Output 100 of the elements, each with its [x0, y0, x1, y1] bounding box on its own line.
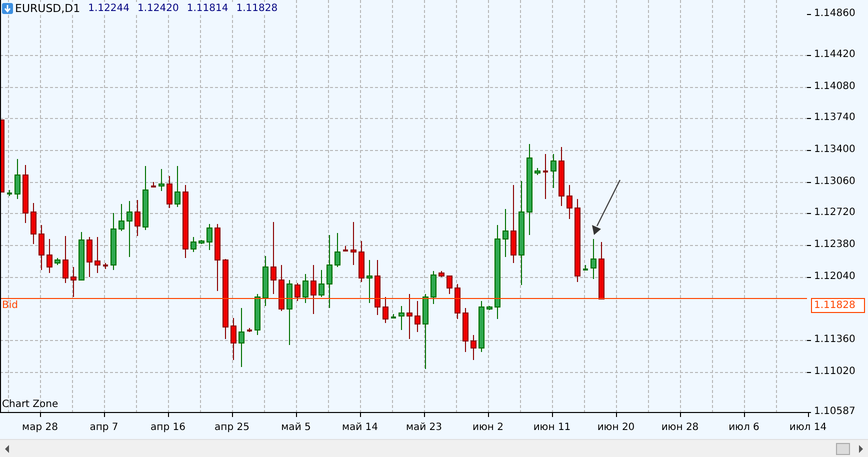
bid-price-label: 1.11828 [811, 298, 865, 313]
date-label: июл 6 [728, 421, 760, 435]
bearish-candlestick [166, 176, 172, 208]
bullish-candlestick [206, 224, 212, 250]
scroll-left-icon[interactable] [4, 444, 10, 452]
bullish-candlestick [590, 238, 596, 280]
bullish-candlestick [78, 232, 84, 280]
bearish-candlestick [358, 240, 364, 282]
bullish-candlestick [238, 308, 244, 368]
price-label: 1.11020 [814, 365, 856, 379]
scroll-right-icon[interactable] [858, 444, 864, 452]
bearish-candlestick [38, 224, 44, 270]
bearish-candlestick [446, 276, 452, 294]
price-label: 1.10587 [814, 405, 856, 419]
price-label: 1.14080 [814, 80, 856, 94]
bearish-candlestick [278, 264, 284, 312]
date-label: июн 20 [597, 421, 635, 435]
bullish-candlestick [486, 306, 492, 310]
date-label: мар 28 [22, 421, 58, 435]
price-label: 1.13060 [814, 175, 856, 189]
bullish-candlestick [478, 300, 484, 352]
date-label: май 23 [406, 421, 442, 435]
bullish-candlestick [583, 264, 588, 270]
bullish-candlestick [158, 168, 164, 192]
bearish-candlestick [214, 224, 220, 292]
bearish-candlestick [543, 154, 548, 200]
bullish-candlestick [430, 270, 436, 304]
bearish-candlestick [134, 200, 140, 236]
price-value: 1.11828 [236, 3, 278, 14]
price-label: 1.11360 [814, 333, 856, 347]
bearish-candlestick [566, 184, 572, 220]
price-label: 1.12720 [814, 206, 856, 220]
symbol-timeframe: EURUSD,D1 [15, 2, 80, 15]
price-label: 1.14860 [814, 7, 856, 21]
bullish-candlestick [54, 258, 60, 266]
bearish-candlestick [374, 260, 380, 316]
bullish-candlestick [286, 280, 292, 346]
bearish-candlestick [62, 236, 68, 284]
bearish-candlestick [294, 282, 300, 302]
date-label: май 5 [281, 421, 311, 435]
price-value: 1.11814 [186, 3, 228, 14]
bearish-candlestick [94, 236, 100, 274]
bearish-candlestick [70, 266, 76, 298]
bullish-candlestick [126, 200, 132, 258]
date-label: июн 11 [533, 421, 571, 435]
date-label: июн 2 [472, 421, 504, 435]
bullish-candlestick [318, 270, 324, 298]
bullish-candlestick [7, 190, 12, 196]
bearish-candlestick [598, 242, 604, 300]
down-arrow-icon [2, 3, 13, 14]
bearish-candlestick [406, 294, 412, 340]
bearish-candlestick [462, 308, 468, 352]
pointer-arrow [592, 180, 621, 235]
bearish-candlestick [350, 222, 356, 266]
date-label: июл 14 [789, 421, 827, 435]
price-label: 1.12040 [814, 270, 856, 284]
price-label: 1.12380 [814, 238, 856, 252]
date-label: апр 25 [214, 421, 250, 435]
bullish-candlestick [110, 212, 116, 270]
bullish-candlestick [142, 166, 148, 230]
price-value: 1.12420 [137, 3, 179, 14]
bearish-candlestick [46, 238, 52, 274]
bearish-candlestick [247, 328, 252, 332]
bearish-candlestick [382, 296, 388, 324]
date-label: апр 7 [90, 421, 118, 435]
bullish-candlestick [14, 158, 20, 200]
price-label: 1.13400 [814, 143, 856, 157]
bearish-candlestick [86, 236, 92, 278]
bearish-candlestick [470, 334, 476, 360]
bearish-candlestick [414, 300, 420, 332]
bullish-candlestick [398, 306, 404, 330]
horizontal-scrollbar[interactable] [0, 439, 868, 457]
bearish-candlestick [230, 318, 236, 360]
bearish-candlestick [438, 270, 444, 278]
bearish-candlestick [103, 262, 108, 270]
bullish-candlestick [302, 274, 308, 304]
bullish-candlestick [198, 240, 204, 244]
date-label: май 14 [342, 421, 378, 435]
bid-label: Bid [2, 300, 18, 312]
bearish-candlestick [22, 164, 28, 224]
date-label: июн 28 [661, 421, 699, 435]
bearish-candlestick [30, 202, 36, 244]
bullish-candlestick [334, 232, 340, 268]
bullish-candlestick [262, 256, 268, 306]
date-label: апр 16 [150, 421, 186, 435]
bearish-candlestick [343, 246, 348, 252]
bullish-candlestick [190, 236, 196, 252]
bullish-candlestick [550, 154, 556, 188]
bearish-candlestick [310, 264, 316, 314]
bearish-candlestick [558, 146, 564, 206]
bullish-candlestick [502, 208, 508, 258]
bullish-candlestick [366, 260, 372, 304]
bearish-candlestick [454, 284, 460, 320]
bullish-candlestick [391, 314, 396, 318]
price-label: 1.14420 [814, 48, 856, 62]
scrollbar-thumb[interactable] [836, 442, 850, 454]
bullish-candlestick [534, 168, 540, 176]
bearish-candlestick [151, 182, 156, 188]
bullish-candlestick [118, 204, 124, 232]
price-value: 1.12244 [88, 3, 130, 14]
